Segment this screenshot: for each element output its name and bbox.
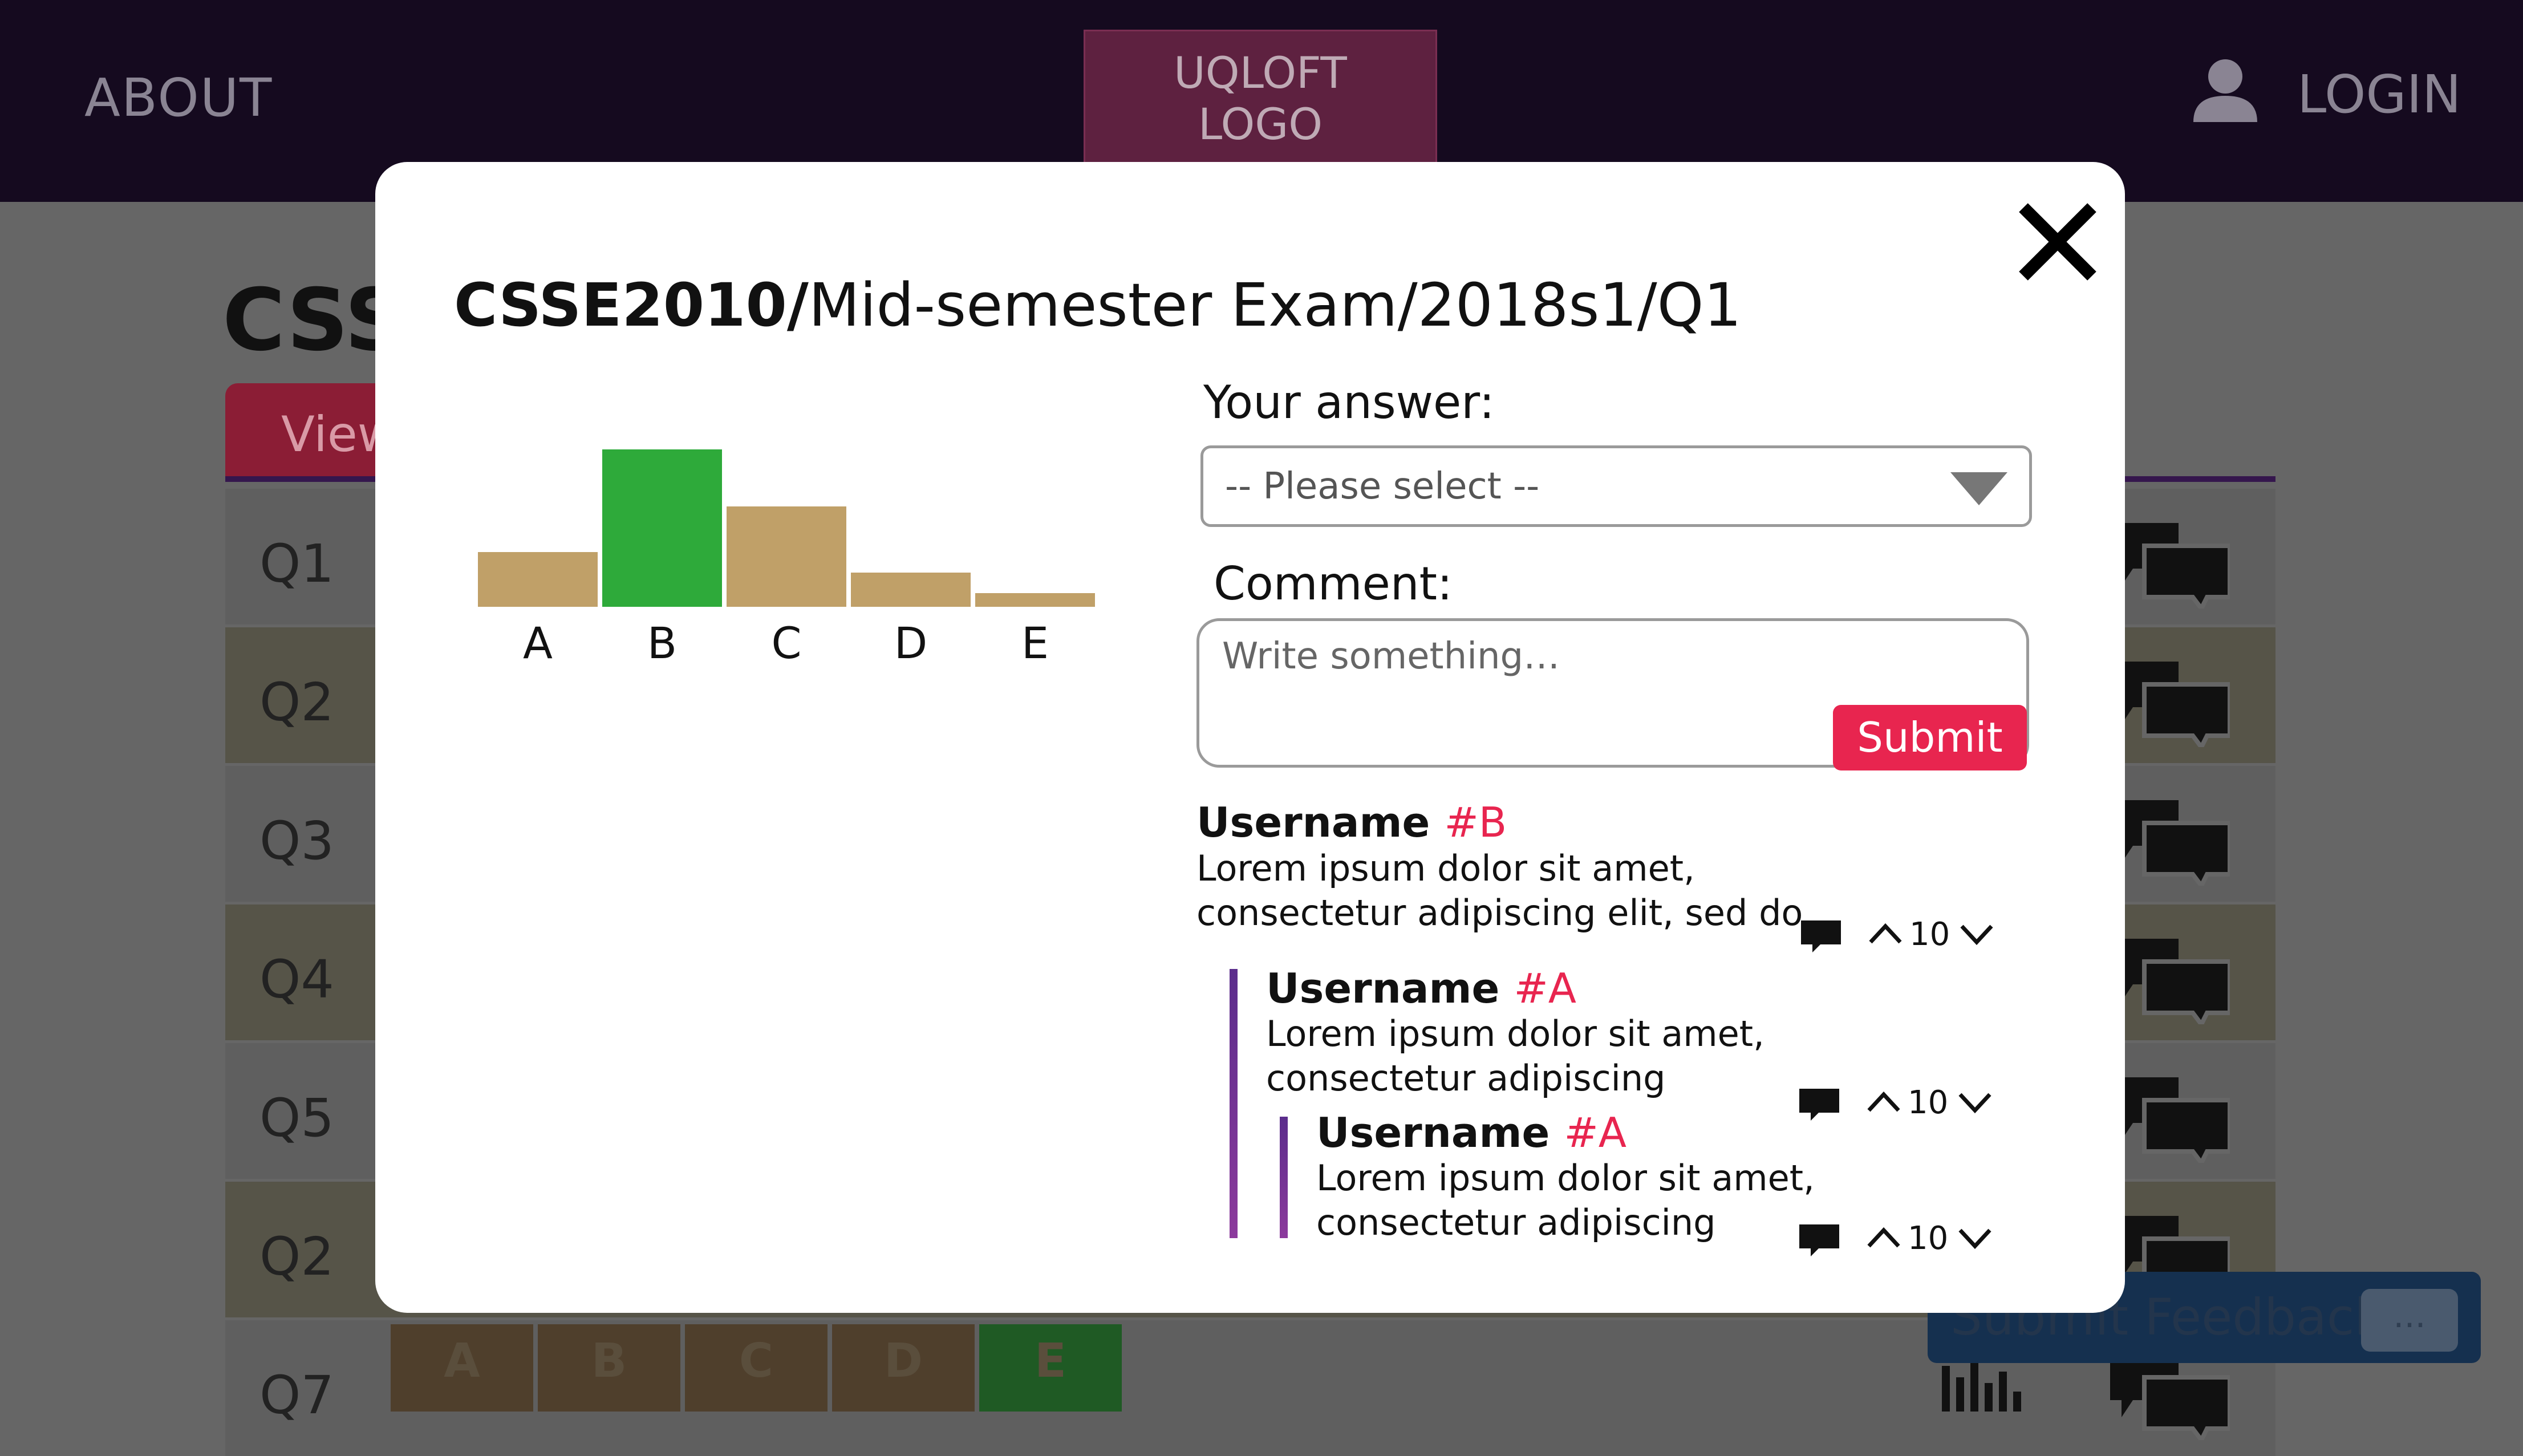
comment-username[interactable]: Username #B xyxy=(1196,798,1507,846)
downvote-icon[interactable] xyxy=(1958,1092,1992,1115)
question-path: Mid-semester Exam/2018s1/Q1 xyxy=(808,270,1742,340)
comment-text: Lorem ipsum dolor sit amet, consectetur … xyxy=(1196,847,1803,934)
option-cell: A xyxy=(391,1324,533,1412)
bar-b xyxy=(602,449,722,607)
comment-actions: 10 xyxy=(1801,916,2001,956)
option-cell: E xyxy=(979,1324,1122,1412)
comments-icon[interactable] xyxy=(2110,1354,2230,1440)
option-cell: D xyxy=(832,1324,975,1412)
dropdown-arrow-icon xyxy=(1950,472,2007,505)
upvote-icon[interactable] xyxy=(1867,1226,1901,1248)
comment-username[interactable]: Username #A xyxy=(1266,964,1576,1012)
comment-actions: 10 xyxy=(1799,1220,1999,1260)
nav-about-link[interactable]: ABOUT xyxy=(84,67,273,128)
downvote-icon[interactable] xyxy=(1960,924,1994,947)
reply-thread-line xyxy=(1230,969,1238,1238)
upvote-icon[interactable] xyxy=(1867,1090,1901,1113)
username: Username xyxy=(1266,964,1500,1012)
username: Username xyxy=(1316,1109,1550,1157)
question-label: Q3 xyxy=(259,810,334,871)
question-label: Q2 xyxy=(259,1226,334,1287)
question-label: Q4 xyxy=(259,949,334,1010)
option-cell: C xyxy=(685,1324,828,1412)
comment-label: Comment: xyxy=(1214,557,1453,610)
option-cell: B xyxy=(538,1324,680,1412)
comments-icon[interactable] xyxy=(2110,523,2230,609)
question-label: Q1 xyxy=(259,533,334,594)
vote-count: 10 xyxy=(1909,916,1950,953)
answer-tag: #B xyxy=(1444,798,1507,846)
comment-username[interactable]: Username #A xyxy=(1316,1109,1626,1157)
bar-stats-icon[interactable] xyxy=(1939,1360,2036,1412)
reply-icon[interactable] xyxy=(1799,1089,1839,1121)
question-label: Q5 xyxy=(259,1088,334,1149)
comment-placeholder: Write something… xyxy=(1222,635,1560,678)
submit-comment-button[interactable]: Submit xyxy=(1833,705,2027,770)
course-code: CSSE2010/ xyxy=(454,270,809,340)
bar-c xyxy=(727,506,846,607)
question-label: Q7 xyxy=(259,1365,334,1426)
bar-d xyxy=(851,573,971,607)
reply-icon[interactable] xyxy=(1799,1224,1839,1256)
answer-tag: #A xyxy=(1514,964,1577,1012)
vote-count: 10 xyxy=(1908,1084,1949,1121)
x-tick-label: A xyxy=(523,618,553,668)
nav-login-link[interactable]: LOGIN xyxy=(2297,64,2461,125)
x-tick-label: D xyxy=(894,618,928,668)
question-path-title: CSSE2010/Mid-semester Exam/2018s1/Q1 xyxy=(454,270,1742,340)
chat-icon: ... xyxy=(2361,1289,2458,1352)
bar-a xyxy=(478,552,598,607)
answer-distribution-chart: A B C D E xyxy=(478,449,1095,668)
x-tick-label: C xyxy=(771,618,801,668)
x-tick-label: E xyxy=(1021,618,1049,668)
comment-text: Lorem ipsum dolor sit amet, consectetur … xyxy=(1316,1157,1815,1243)
bar-e xyxy=(975,593,1095,607)
downvote-icon[interactable] xyxy=(1958,1228,1992,1251)
nested-reply-thread-line xyxy=(1280,1117,1288,1238)
reply-icon[interactable] xyxy=(1801,920,1841,952)
comments-icon[interactable] xyxy=(2110,939,2230,1024)
answer-select-value: -- Please select -- xyxy=(1225,465,1540,508)
upvote-icon[interactable] xyxy=(1868,922,1903,944)
answer-tag: #A xyxy=(1564,1109,1627,1157)
username: Username xyxy=(1196,798,1430,846)
answer-select[interactable]: -- Please select -- xyxy=(1200,445,2032,527)
comment-actions: 10 xyxy=(1799,1084,1999,1124)
your-answer-label: Your answer: xyxy=(1203,376,1495,429)
vote-count: 10 xyxy=(1908,1220,1949,1257)
comments-icon[interactable] xyxy=(2110,800,2230,886)
comments-icon[interactable] xyxy=(2110,1077,2230,1163)
question-modal: CSSE2010/Mid-semester Exam/2018s1/Q1 A B C… xyxy=(375,162,2125,1313)
question-label: Q2 xyxy=(259,672,334,733)
close-icon[interactable] xyxy=(2012,196,2103,287)
comments-icon[interactable] xyxy=(2110,662,2230,747)
x-tick-label: B xyxy=(647,618,677,668)
user-icon[interactable] xyxy=(2191,55,2260,123)
